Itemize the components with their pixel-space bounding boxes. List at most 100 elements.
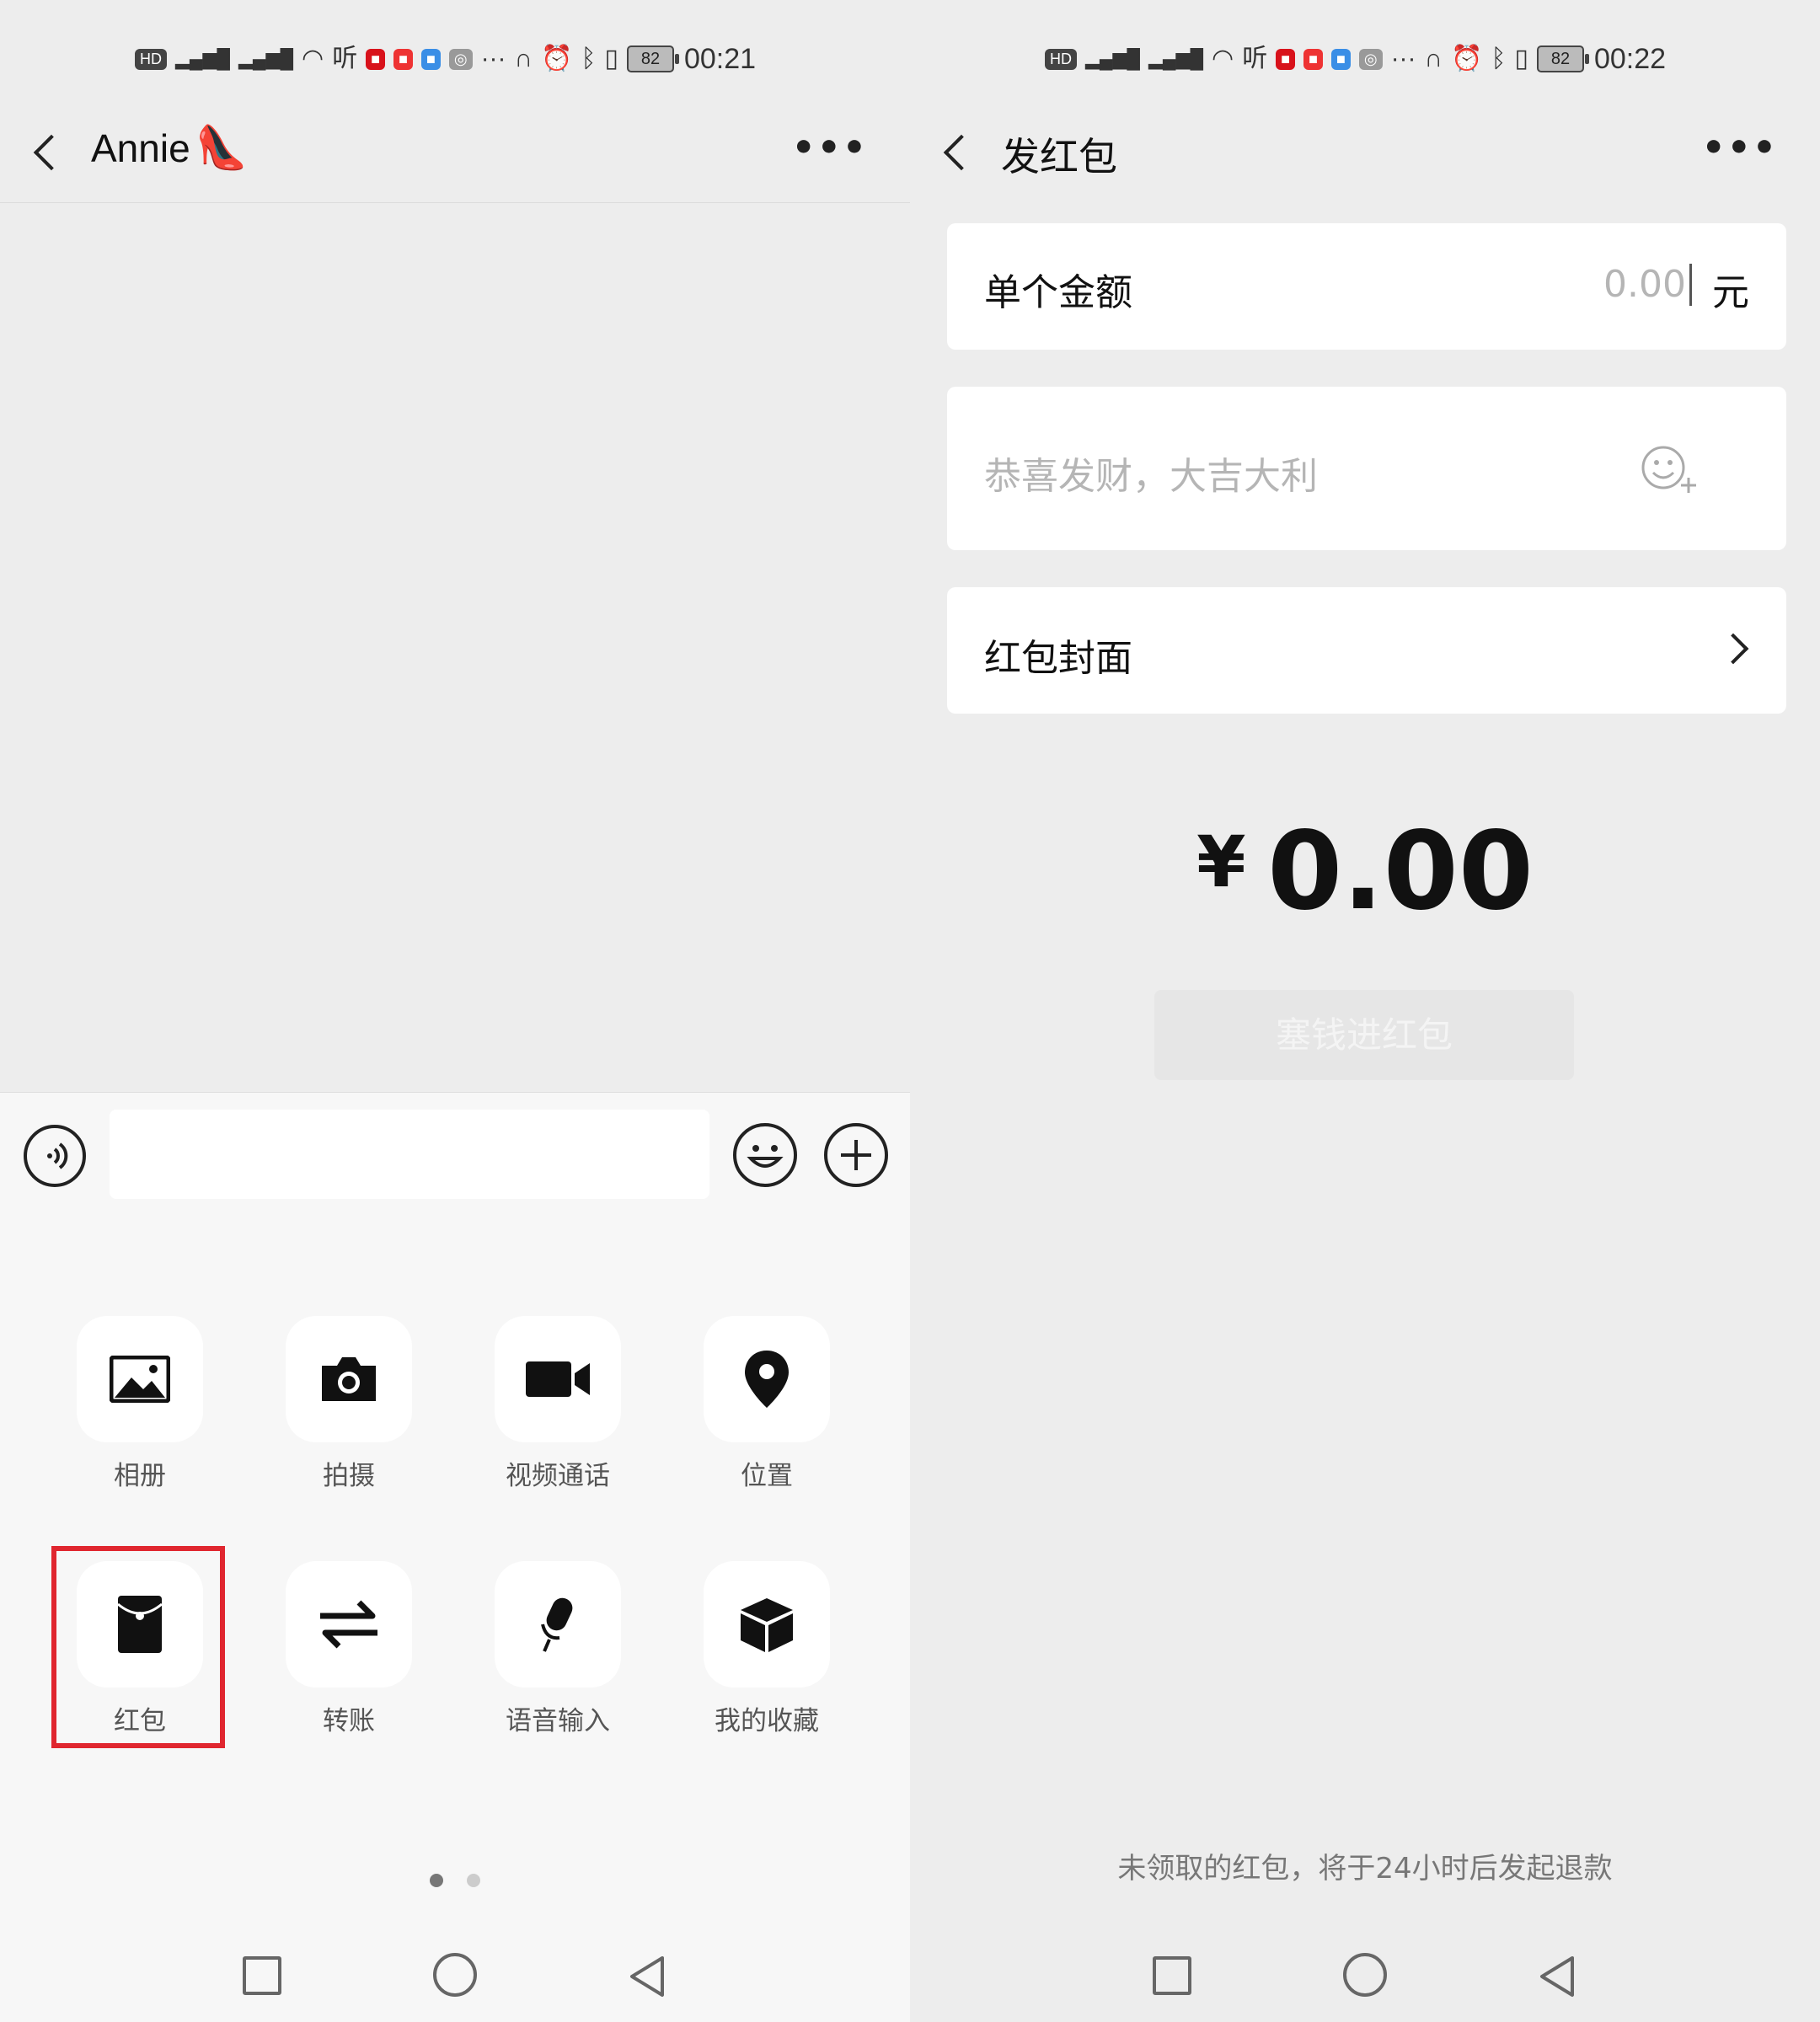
- album-item[interactable]: 相册: [77, 1316, 203, 1492]
- location-item[interactable]: 位置: [704, 1316, 830, 1492]
- favorites-box-icon: [741, 1598, 793, 1652]
- chevron-right-icon: [1717, 633, 1749, 665]
- clock: 00:21: [683, 42, 757, 75]
- page-header: 发红包 •••: [910, 101, 1820, 202]
- message-input-bar: [0, 1092, 910, 1220]
- camera-label: 拍摄: [323, 1461, 375, 1491]
- alarm-icon: ⏰: [541, 45, 573, 72]
- voice-input-item[interactable]: 语音输入: [495, 1561, 621, 1737]
- more-notifications-icon: ···: [480, 45, 506, 72]
- app-badge-icon: ■: [366, 48, 386, 70]
- transfer-icon: [320, 1600, 377, 1649]
- favorites-label: 我的收藏: [715, 1706, 819, 1736]
- listen-badge: 听: [1242, 45, 1268, 72]
- huawei-icon: ■: [1303, 48, 1323, 70]
- video-call-label: 视频通话: [506, 1461, 610, 1491]
- video-call-tile[interactable]: [495, 1316, 621, 1442]
- high-heel-emoji-icon: 👠: [195, 124, 248, 171]
- cover-label: 红包封面: [984, 637, 1132, 680]
- add-emoji-button[interactable]: [1640, 444, 1700, 495]
- signal-icon: ▂▄▆█: [1148, 48, 1204, 69]
- wifi-icon: ◠: [302, 45, 324, 72]
- voice-input-label: 语音输入: [506, 1706, 610, 1736]
- bluetooth-icon: ᛒ: [581, 45, 597, 72]
- send-red-packet-screen: HD ▂▄▆█ ▂▄▆█ ◠ 听 ■ ■ ■ ◎ ··· ∩ ⏰ ᛒ ▯ 82 …: [910, 0, 1820, 2022]
- location-tile[interactable]: [704, 1316, 830, 1442]
- more-options-button[interactable]: •••: [792, 126, 868, 169]
- hd-badge: HD: [1045, 48, 1077, 70]
- more-options-button[interactable]: •••: [1702, 126, 1778, 169]
- amount-label: 单个金额: [984, 271, 1132, 314]
- vibrate-icon: ▯: [604, 45, 618, 72]
- signal-icon: ▂▄▆█: [238, 48, 294, 69]
- recent-apps-button[interactable]: [243, 1956, 281, 1995]
- vibrate-icon: ▯: [1514, 45, 1528, 72]
- camera-tile[interactable]: [286, 1316, 412, 1442]
- system-nav-bar: [0, 1921, 910, 2022]
- battery-indicator: 82: [1536, 45, 1589, 72]
- amount-input[interactable]: 0.00: [1603, 264, 1692, 306]
- home-button[interactable]: [433, 1953, 477, 1997]
- hd-badge: HD: [135, 48, 167, 70]
- huawei-icon: ■: [393, 48, 413, 70]
- more-notifications-icon: ···: [1390, 45, 1416, 72]
- album-tile[interactable]: [77, 1316, 203, 1442]
- photo-album-icon: [110, 1356, 170, 1403]
- album-label: 相册: [114, 1461, 166, 1491]
- nav-back-button[interactable]: [627, 1955, 667, 1998]
- video-call-item[interactable]: 视频通话: [495, 1316, 621, 1492]
- chat-screen: HD ▂▄▆█ ▂▄▆█ ◠ 听 ■ ■ ■ ◎ ··· ∩ ⏰ ᛒ ▯ 82 …: [0, 0, 910, 2022]
- transfer-item[interactable]: 转账: [286, 1561, 412, 1737]
- red-packet-icon: [117, 1596, 163, 1653]
- emoji-button[interactable]: [733, 1123, 797, 1187]
- system-nav-bar: [910, 1921, 1820, 2022]
- message-text-input[interactable]: [110, 1110, 709, 1199]
- signal-icon: ▂▄▆█: [175, 48, 231, 69]
- amount-card: 单个金额 0.00 元: [947, 223, 1786, 350]
- voice-toggle-button[interactable]: [24, 1125, 86, 1187]
- favorites-item[interactable]: 我的收藏: [704, 1561, 830, 1737]
- plus-icon: [841, 1140, 871, 1170]
- page-title: 发红包: [1001, 134, 1117, 179]
- status-bar: HD ▂▄▆█ ▂▄▆█ ◠ 听 ■ ■ ■ ◎ ··· ∩ ⏰ ᛒ ▯ 82 …: [1045, 34, 1666, 84]
- transfer-tile[interactable]: [286, 1561, 412, 1688]
- camera-icon: [322, 1357, 376, 1401]
- headphone-icon: ∩: [1424, 45, 1443, 72]
- status-bar: HD ▂▄▆█ ▂▄▆█ ◠ 听 ■ ■ ■ ◎ ··· ∩ ⏰ ᛒ ▯ 82 …: [135, 34, 756, 84]
- contact-name: Annie 👠: [91, 123, 248, 173]
- submit-button[interactable]: 塞钱进红包: [1154, 990, 1574, 1080]
- red-packet-label: 红包: [114, 1706, 166, 1736]
- function-panel: 相册 拍摄 视频通话 位置 红包 转账 语音输入 我的收藏: [0, 1219, 910, 2022]
- listen-badge: 听: [332, 45, 358, 72]
- headphone-icon: ∩: [514, 45, 533, 72]
- page-dot-active[interactable]: [430, 1874, 443, 1887]
- amount-unit: 元: [1712, 271, 1749, 314]
- wifi-icon: ◠: [1212, 45, 1234, 72]
- microphone-icon: [541, 1597, 573, 1652]
- back-button[interactable]: [943, 134, 980, 171]
- home-button[interactable]: [1343, 1953, 1387, 1997]
- alarm-icon: ⏰: [1451, 45, 1483, 72]
- transfer-label: 转账: [323, 1706, 375, 1736]
- page-dot[interactable]: [467, 1874, 480, 1887]
- red-packet-tile[interactable]: [77, 1561, 203, 1688]
- total-amount: ¥ 0.00: [910, 809, 1820, 934]
- red-packet-item[interactable]: 红包: [77, 1561, 203, 1737]
- currency-symbol: ¥: [1196, 821, 1246, 903]
- recent-apps-button[interactable]: [1153, 1956, 1191, 1995]
- more-functions-button[interactable]: [824, 1123, 888, 1187]
- video-call-icon: [526, 1361, 590, 1397]
- greeting-input[interactable]: 恭喜发财，大吉大利: [984, 446, 1318, 500]
- greeting-card: 恭喜发财，大吉大利: [947, 387, 1786, 550]
- total-value: 0.00: [1267, 809, 1534, 934]
- battery-indicator: 82: [626, 45, 679, 72]
- favorites-tile[interactable]: [704, 1561, 830, 1688]
- nav-back-button[interactable]: [1537, 1955, 1577, 1998]
- voice-input-tile[interactable]: [495, 1561, 621, 1688]
- cover-card[interactable]: 红包封面: [947, 587, 1786, 714]
- smiley-icon: [747, 1145, 784, 1168]
- back-button[interactable]: [33, 134, 70, 171]
- clock: 00:22: [1593, 42, 1667, 75]
- camera-item[interactable]: 拍摄: [286, 1316, 412, 1492]
- wallet-icon: ■: [420, 48, 441, 70]
